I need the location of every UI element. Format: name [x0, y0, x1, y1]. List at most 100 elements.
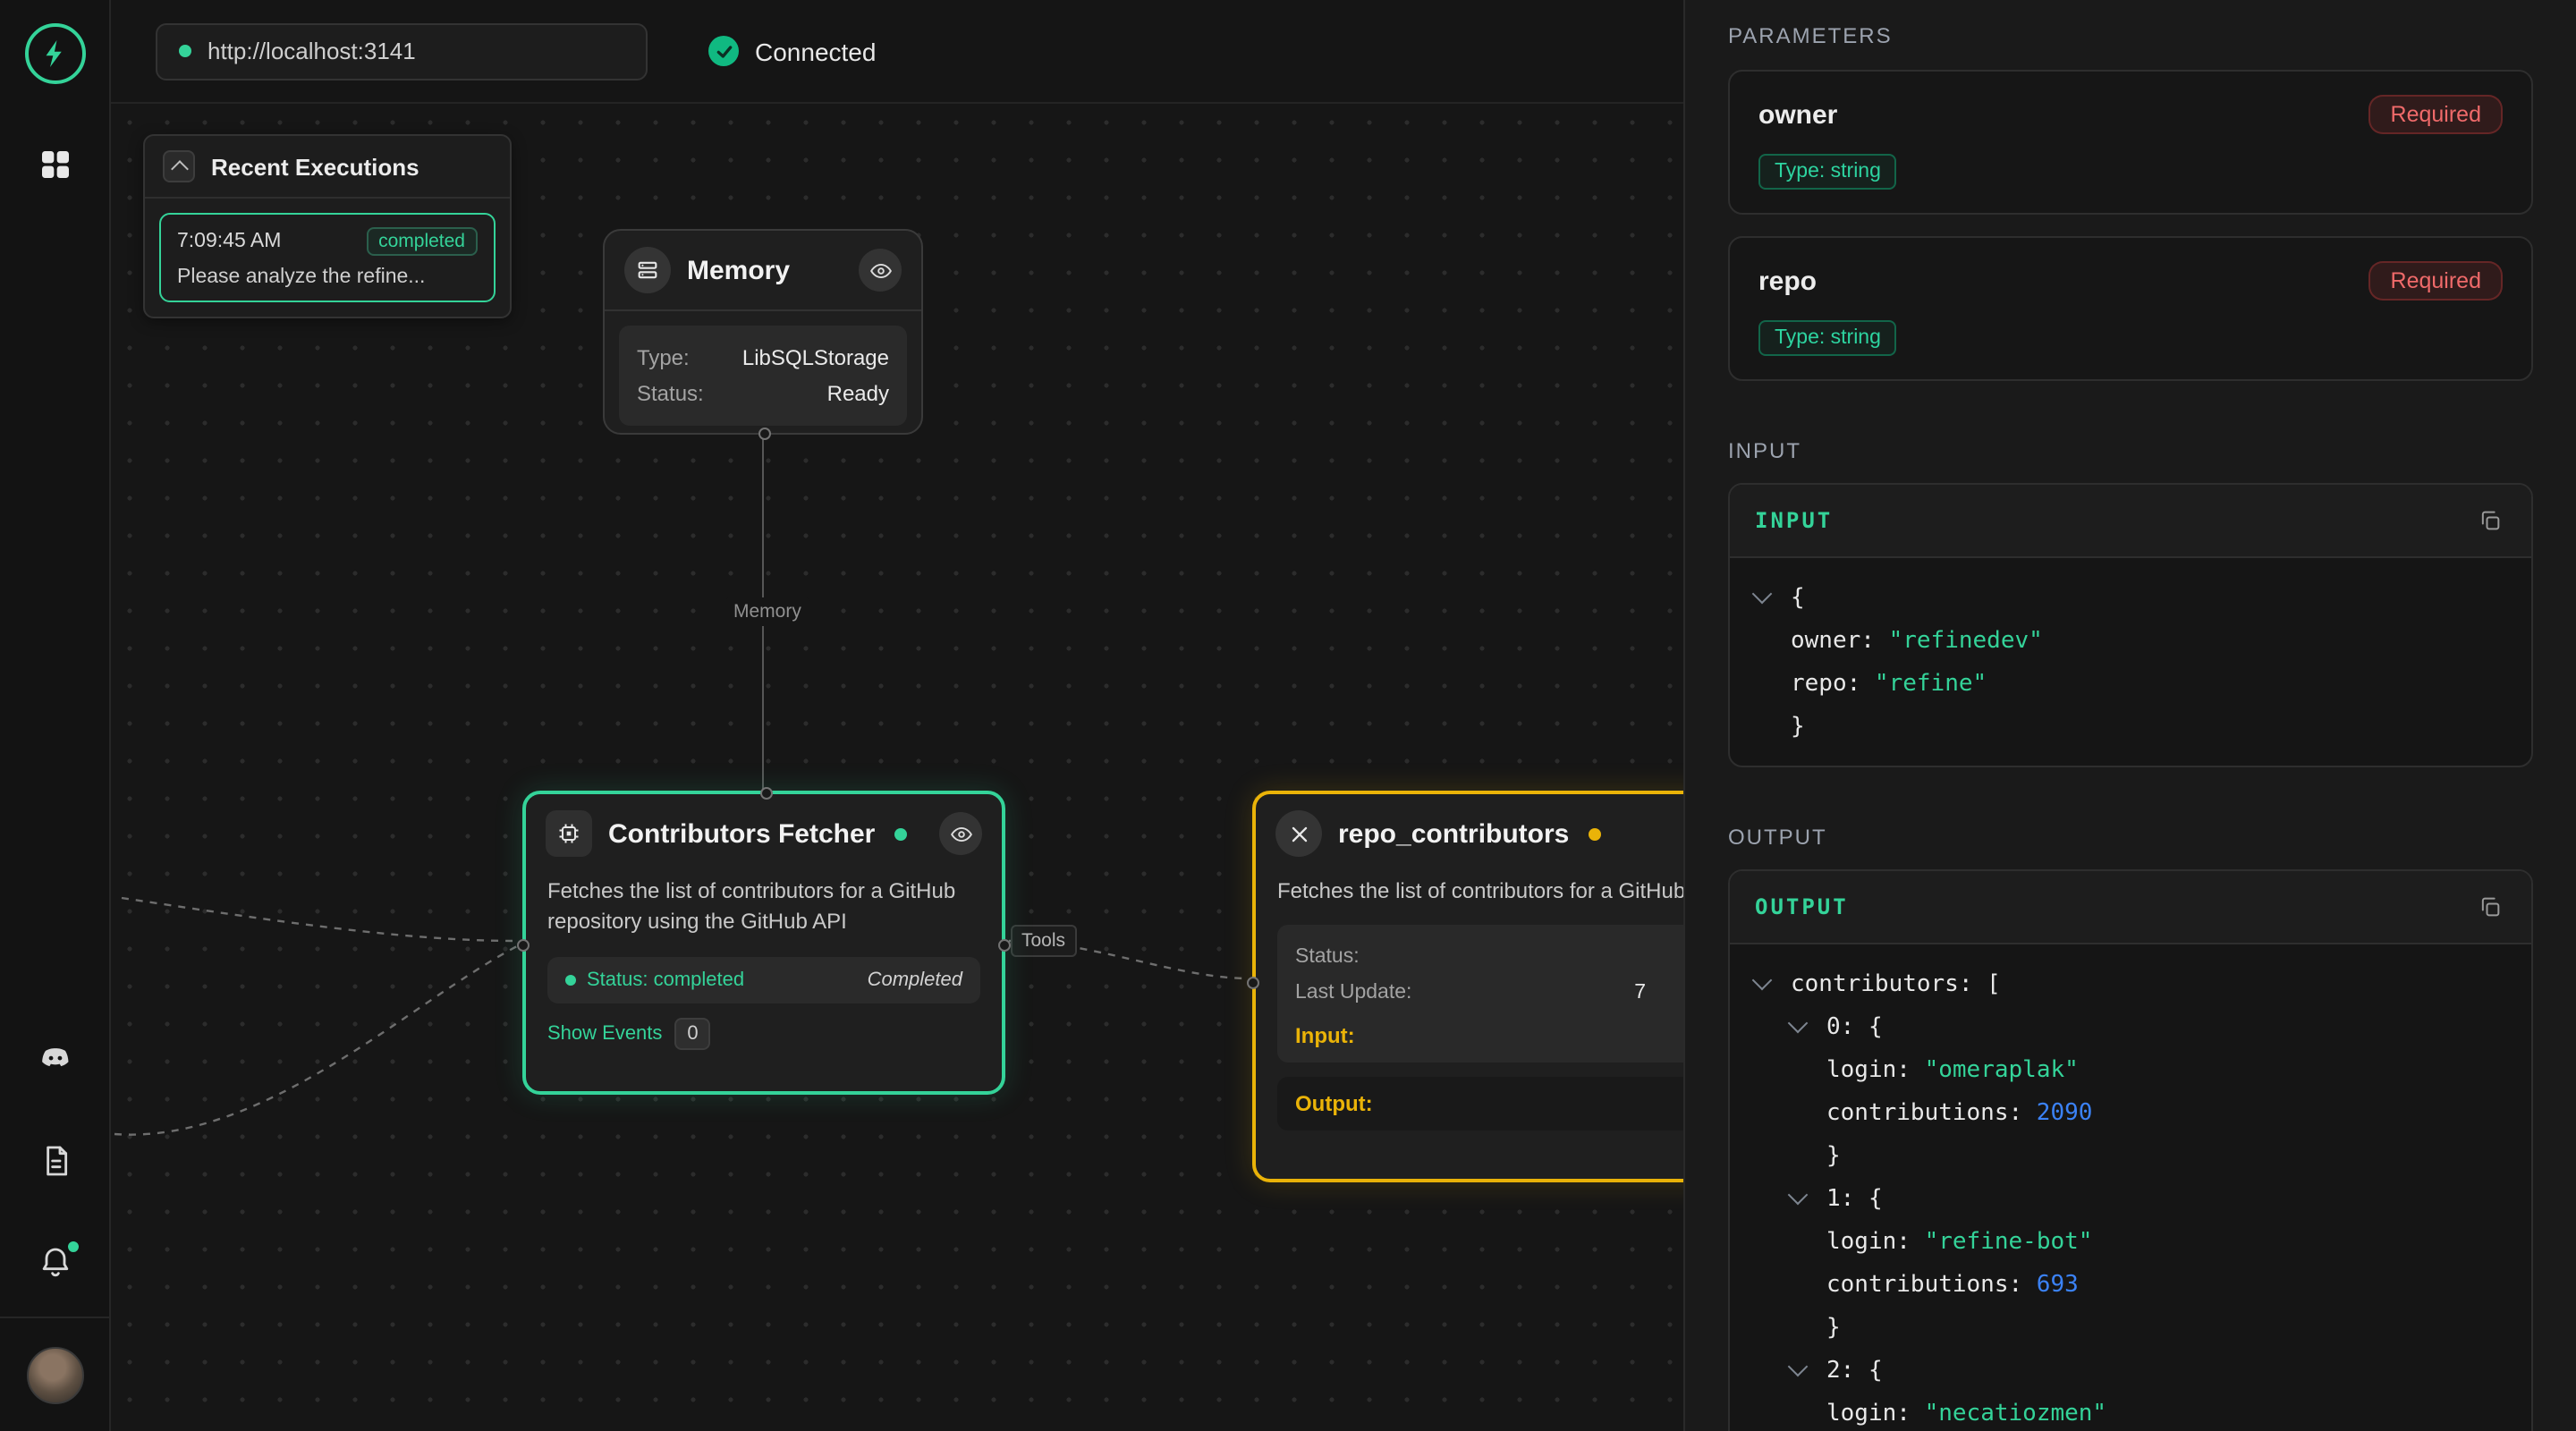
discord-icon[interactable] — [33, 1037, 76, 1080]
fetcher-left-handle[interactable] — [517, 939, 530, 952]
status-dot-icon — [565, 975, 576, 986]
json-line: login: "necatiozmen" — [1755, 1392, 2506, 1431]
json-line: contributions: 693 — [1755, 1263, 2506, 1306]
chevron-down-icon[interactable] — [1755, 980, 1791, 987]
execution-item[interactable]: 7:09:45 AM completed Please analyze the … — [159, 213, 496, 302]
recent-executions-body: 7:09:45 AM completed Please analyze the … — [145, 199, 510, 317]
execution-status-badge: completed — [366, 227, 478, 256]
json-line: login: "omeraplak" — [1755, 1048, 2506, 1091]
eye-icon[interactable] — [859, 249, 902, 292]
fetcher-right-handle[interactable] — [998, 939, 1011, 952]
details-panel: PARAMETERS owner Required Type: string r… — [1683, 0, 2576, 1431]
execution-time: 7:09:45 AM — [177, 231, 281, 252]
json-line: } — [1755, 705, 2506, 748]
json-line: } — [1755, 1306, 2506, 1349]
connection-status: Connected — [708, 36, 876, 66]
chevron-down-icon[interactable] — [1791, 1195, 1826, 1202]
json-line: 1: { — [1755, 1177, 2506, 1220]
input-json-tree: {owner: "refinedev"repo: "refine"} — [1730, 558, 2531, 766]
fetcher-status-value: Completed — [868, 970, 962, 991]
output-card: OUTPUT contributors: [0: {login: "omerap… — [1728, 869, 2533, 1431]
memory-icon — [624, 247, 671, 293]
repo-contributors-node[interactable]: repo_contributors Fetches the list of co… — [1252, 791, 1683, 1182]
recent-executions-header: Recent Executions — [145, 136, 510, 199]
bell-icon[interactable] — [33, 1241, 76, 1284]
param-name: repo — [1758, 266, 1817, 296]
sidebar-divider — [0, 1317, 109, 1318]
tool-output-section: Output: — [1277, 1078, 1683, 1131]
tool-active-dot — [1589, 827, 1601, 840]
memory-node-details: Type: LibSQLStorage Status: Ready — [619, 326, 907, 426]
tool-description: Fetches the list of contributors for a G… — [1256, 873, 1683, 908]
json-line: } — [1755, 1134, 2506, 1177]
events-count-badge: 0 — [674, 1018, 710, 1050]
app-root: http://localhost:3141 Connected Memory T… — [0, 0, 2576, 1431]
fetcher-status-text: Status: completed — [587, 970, 744, 991]
topbar: http://localhost:3141 Connected — [111, 0, 1683, 104]
required-badge: Required — [2369, 261, 2503, 301]
input-card-title: INPUT — [1755, 508, 1833, 533]
json-line: 0: { — [1755, 1005, 2506, 1048]
chevron-down-icon[interactable] — [1755, 594, 1791, 601]
required-badge: Required — [2369, 95, 2503, 134]
chevron-down-icon[interactable] — [1791, 1023, 1826, 1030]
apps-grid-icon[interactable] — [33, 143, 76, 186]
input-card: INPUT {owner: "refinedev"repo: "refine"} — [1728, 483, 2533, 767]
server-url-text: http://localhost:3141 — [208, 38, 416, 64]
server-url-input[interactable]: http://localhost:3141 — [156, 22, 648, 80]
collapse-button[interactable] — [163, 150, 195, 182]
connection-status-label: Connected — [755, 37, 876, 65]
json-line: 2: { — [1755, 1349, 2506, 1392]
memory-output-handle[interactable] — [758, 428, 771, 440]
param-card-owner: owner Required Type: string — [1728, 70, 2533, 215]
type-badge: Type: string — [1758, 320, 1897, 356]
json-line: contributors: [ — [1755, 962, 2506, 1005]
bolt-logo-icon[interactable] — [24, 23, 85, 84]
url-status-dot — [179, 45, 191, 57]
json-line: login: "refine-bot" — [1755, 1220, 2506, 1263]
copy-icon[interactable] — [2474, 504, 2506, 537]
type-badge: Type: string — [1758, 154, 1897, 190]
tools-icon — [1275, 810, 1322, 857]
tool-left-handle[interactable] — [1247, 977, 1259, 989]
input-section-title: INPUT — [1728, 438, 2533, 463]
output-json-tree: contributors: [0: {login: "omeraplak"con… — [1730, 944, 2531, 1431]
param-card-repo: repo Required Type: string — [1728, 236, 2533, 381]
chevron-down-icon[interactable] — [1791, 1367, 1826, 1374]
tool-status-row: Status: — [1295, 940, 1683, 976]
tool-output-label: Output: — [1295, 1092, 1683, 1117]
recent-executions-title: Recent Executions — [211, 153, 419, 180]
fetcher-node-title: Contributors Fetcher — [608, 818, 875, 849]
workflow-canvas[interactable]: Memory Tools Recent Executions 7:09:45 A… — [111, 104, 1683, 1431]
output-card-title: OUTPUT — [1755, 894, 1849, 919]
agent-chip-icon — [546, 810, 592, 857]
contributors-fetcher-node[interactable]: Contributors Fetcher Fetches the list of… — [522, 791, 1005, 1095]
json-line: owner: "refinedev" — [1755, 619, 2506, 662]
copy-icon[interactable] — [2474, 891, 2506, 923]
main-column: http://localhost:3141 Connected Memory T… — [111, 0, 1683, 1431]
memory-node[interactable]: Memory Type: LibSQLStorage Status: Ready — [603, 229, 923, 435]
output-section-title: OUTPUT — [1728, 825, 2533, 850]
memory-type-row: Type: LibSQLStorage — [637, 340, 889, 376]
json-line: repo: "refine" — [1755, 662, 2506, 705]
show-events-link[interactable]: Show Events — [547, 1023, 662, 1045]
edge-label-memory: Memory — [724, 597, 810, 626]
tool-last-update-row: Last Update: 7 — [1295, 976, 1683, 1012]
fetcher-description: Fetches the list of contributors for a G… — [526, 873, 1002, 939]
eye-icon[interactable] — [939, 812, 982, 855]
json-line: contributions: 2090 — [1755, 1091, 2506, 1134]
check-icon — [708, 36, 739, 66]
notification-dot — [65, 1240, 80, 1254]
fetcher-status-bar: Status: completed Completed — [547, 957, 980, 1003]
execution-message: Please analyze the refine... — [177, 267, 478, 288]
docs-icon[interactable] — [33, 1139, 76, 1182]
fetcher-active-dot — [894, 827, 907, 840]
json-line: { — [1755, 576, 2506, 619]
memory-status-row: Status: Ready — [637, 376, 889, 411]
tool-node-title: repo_contributors — [1338, 818, 1569, 849]
fetcher-input-handle[interactable] — [760, 787, 773, 800]
parameters-section-title: PARAMETERS — [1728, 23, 2533, 48]
memory-node-title: Memory — [687, 255, 790, 285]
avatar[interactable] — [26, 1347, 83, 1404]
edge-label-tools: Tools — [1011, 925, 1076, 957]
